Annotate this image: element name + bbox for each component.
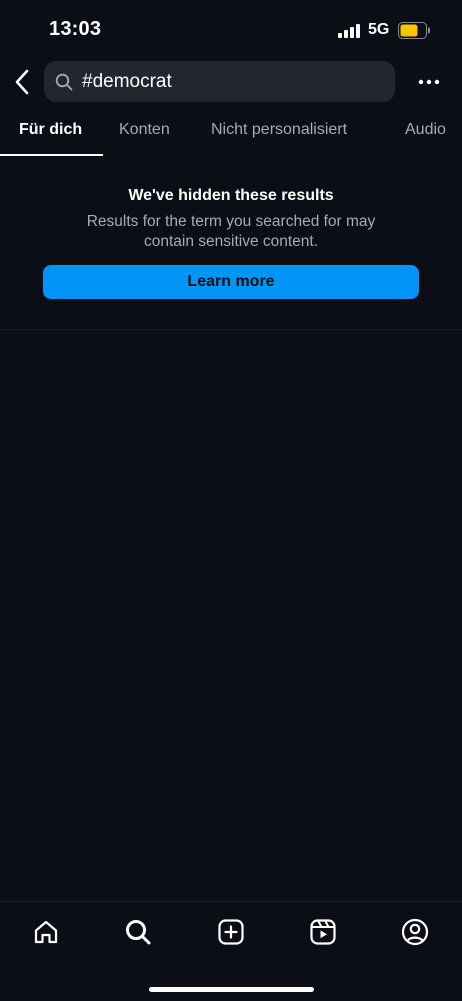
notice-title: We've hidden these results bbox=[128, 187, 334, 204]
create-icon bbox=[218, 919, 244, 945]
more-horizontal-icon bbox=[418, 79, 440, 85]
search-input[interactable]: #democrat bbox=[44, 61, 395, 102]
search-icon bbox=[126, 920, 151, 945]
tab-fuer-dich[interactable]: Für dich bbox=[19, 121, 82, 139]
profile-icon bbox=[401, 918, 429, 946]
back-button[interactable] bbox=[8, 62, 36, 102]
search-tabs: Für dich Konten Nicht personalisiert Aud… bbox=[0, 108, 462, 156]
network-label: 5G bbox=[368, 21, 390, 38]
nav-home-button[interactable] bbox=[30, 916, 62, 948]
status-time: 13:03 bbox=[49, 18, 102, 40]
tab-konten[interactable]: Konten bbox=[119, 121, 170, 139]
signal-icon bbox=[338, 24, 360, 38]
bottom-nav bbox=[0, 901, 462, 1001]
search-icon bbox=[55, 73, 73, 91]
nav-create-button[interactable] bbox=[215, 916, 247, 948]
notice-body: Results for the term you searched for ma… bbox=[86, 213, 376, 250]
nav-reels-button[interactable] bbox=[307, 916, 339, 948]
search-query[interactable]: #democrat bbox=[82, 71, 172, 93]
tab-nicht-personalisiert[interactable]: Nicht personalisiert bbox=[211, 121, 347, 139]
status-bar: 13:03 5G bbox=[0, 0, 462, 56]
nav-search-button[interactable] bbox=[122, 916, 154, 948]
battery-icon bbox=[398, 22, 430, 39]
tab-audio[interactable]: Audio bbox=[405, 121, 446, 139]
hidden-results-notice: We've hidden these results Results for t… bbox=[0, 156, 462, 330]
home-indicator bbox=[149, 987, 314, 992]
chevron-left-icon bbox=[15, 69, 29, 95]
more-options-button[interactable] bbox=[411, 66, 447, 98]
reels-icon bbox=[310, 919, 336, 945]
home-icon bbox=[34, 920, 58, 944]
learn-more-button[interactable]: Learn more bbox=[43, 265, 419, 299]
nav-profile-button[interactable] bbox=[399, 916, 431, 948]
